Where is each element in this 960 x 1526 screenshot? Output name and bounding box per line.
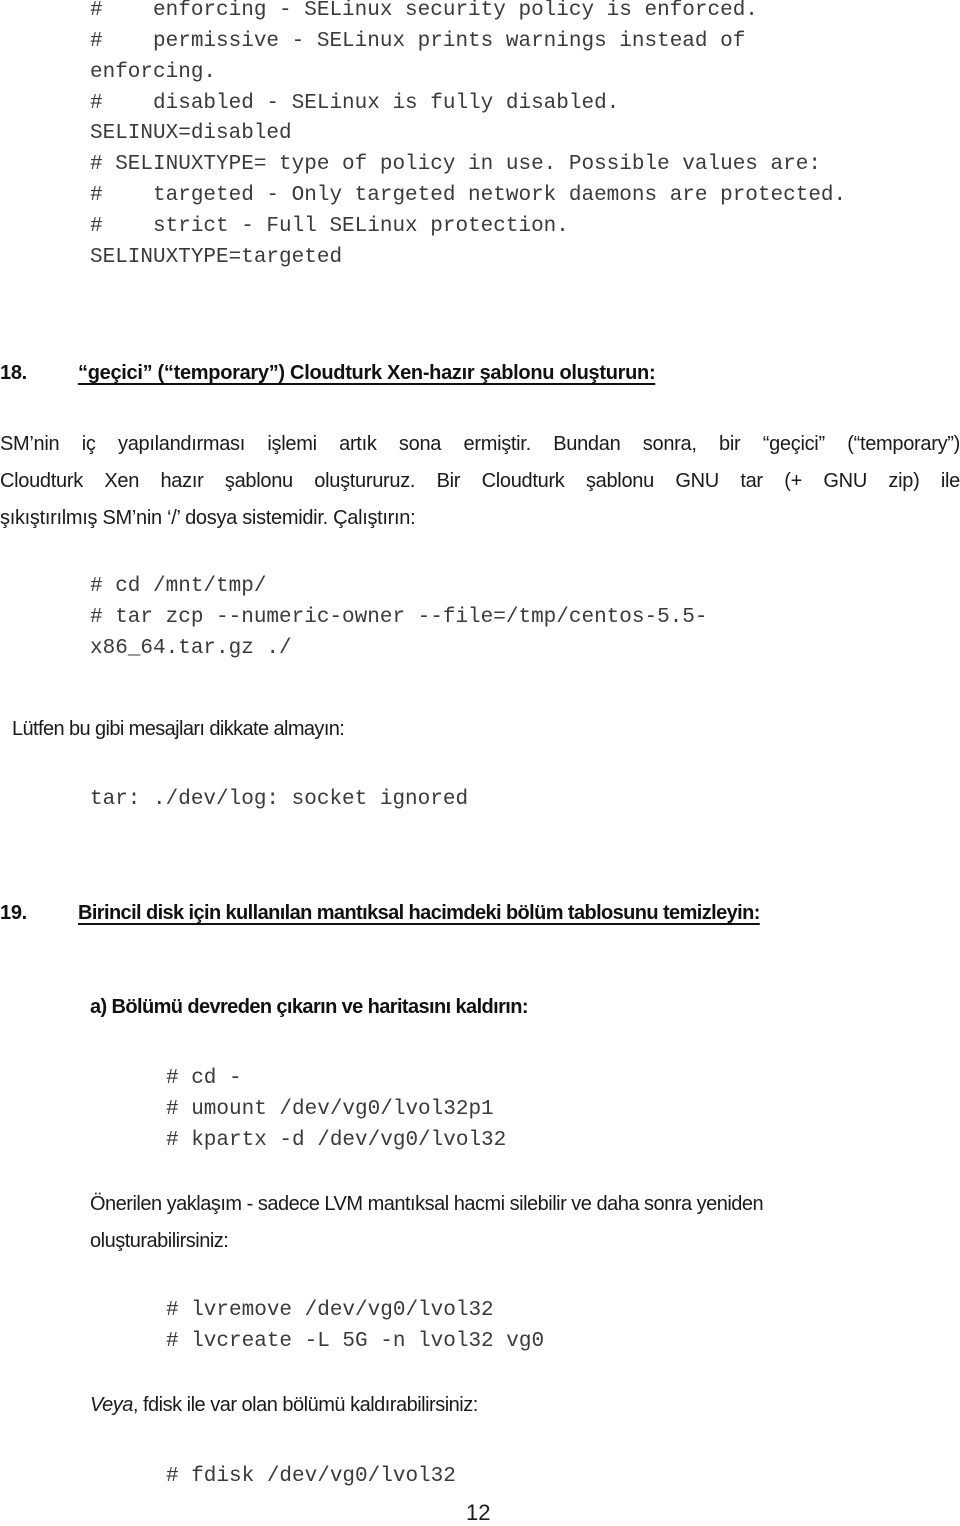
section-title: “geçici” (“temporary”) Cloudturk Xen-haz… bbox=[78, 362, 656, 384]
config-line: SELINUX=disabled bbox=[90, 122, 292, 145]
command-line: # cd /mnt/tmp/ bbox=[90, 575, 267, 598]
command-line: # lvremove /dev/vg0/lvol32 bbox=[166, 1299, 494, 1322]
command-line: # tar zcp --numeric-owner --file=/tmp/ce… bbox=[90, 606, 708, 629]
config-line: SELINUXTYPE=targeted bbox=[90, 246, 343, 269]
section-18-heading: 18. “geçici” (“temporary”) Cloudturk Xen… bbox=[0, 362, 656, 385]
section-18-paragraph: SM’nin iç yapılandırması işlemi artık so… bbox=[0, 426, 960, 537]
config-line: enforcing. bbox=[90, 61, 217, 84]
command-line: # fdisk /dev/vg0/lvol32 bbox=[166, 1465, 456, 1488]
command-line: # cd - bbox=[166, 1067, 242, 1090]
config-line: # SELINUXTYPE= type of policy in use. Po… bbox=[90, 153, 821, 176]
command-line: # lvcreate -L 5G -n lvol32 vg0 bbox=[166, 1330, 545, 1353]
alternative-text: Veya, fdisk ile var olan bölümü kaldırab… bbox=[90, 1394, 478, 1417]
command-line: x86_64.tar.gz ./ bbox=[90, 637, 292, 660]
page-number: 12 bbox=[466, 1500, 491, 1525]
config-line: # strict - Full SELinux protection. bbox=[90, 215, 569, 238]
recommended-line: Önerilen yaklaşım - sadece LVM mantıksal… bbox=[90, 1193, 764, 1215]
command-line: # umount /dev/vg0/lvol32p1 bbox=[166, 1098, 494, 1121]
paragraph-line: SM’nin iç yapılandırması işlemi artık so… bbox=[0, 433, 960, 455]
tar-message: tar: ./dev/log: socket ignored bbox=[90, 788, 469, 811]
config-line: # enforcing - SELinux security policy is… bbox=[90, 0, 758, 22]
alternative-italic: Veya bbox=[90, 1394, 133, 1416]
config-line: # disabled - SELinux is fully disabled. bbox=[90, 92, 620, 115]
recommended-line: oluşturabilirsiniz: bbox=[90, 1230, 229, 1252]
config-line: # permissive - SELinux prints warnings i… bbox=[90, 30, 746, 53]
section-19-heading: 19. Birincil disk için kullanılan mantık… bbox=[0, 902, 760, 925]
section-title: Birincil disk için kullanılan mantıksal … bbox=[78, 902, 760, 924]
section-number: 18. bbox=[0, 362, 27, 384]
section-number: 19. bbox=[0, 902, 27, 924]
step-a-heading: a) Bölümü devreden çıkarın ve haritasını… bbox=[90, 996, 529, 1018]
paragraph-line: şıkıştırılmış SM’nin ‘/’ dosya sistemidi… bbox=[0, 507, 416, 529]
paragraph-line: Cloudturk Xen hazır şablonu oluştururuz.… bbox=[0, 470, 960, 492]
config-line: # targeted - Only targeted network daemo… bbox=[90, 184, 847, 207]
alternative-rest: , fdisk ile var olan bölümü kaldırabilir… bbox=[132, 1394, 478, 1416]
note-text: Lütfen bu gibi mesajları dikkate almayın… bbox=[12, 718, 345, 740]
command-line: # kpartx -d /dev/vg0/lvol32 bbox=[166, 1129, 507, 1152]
